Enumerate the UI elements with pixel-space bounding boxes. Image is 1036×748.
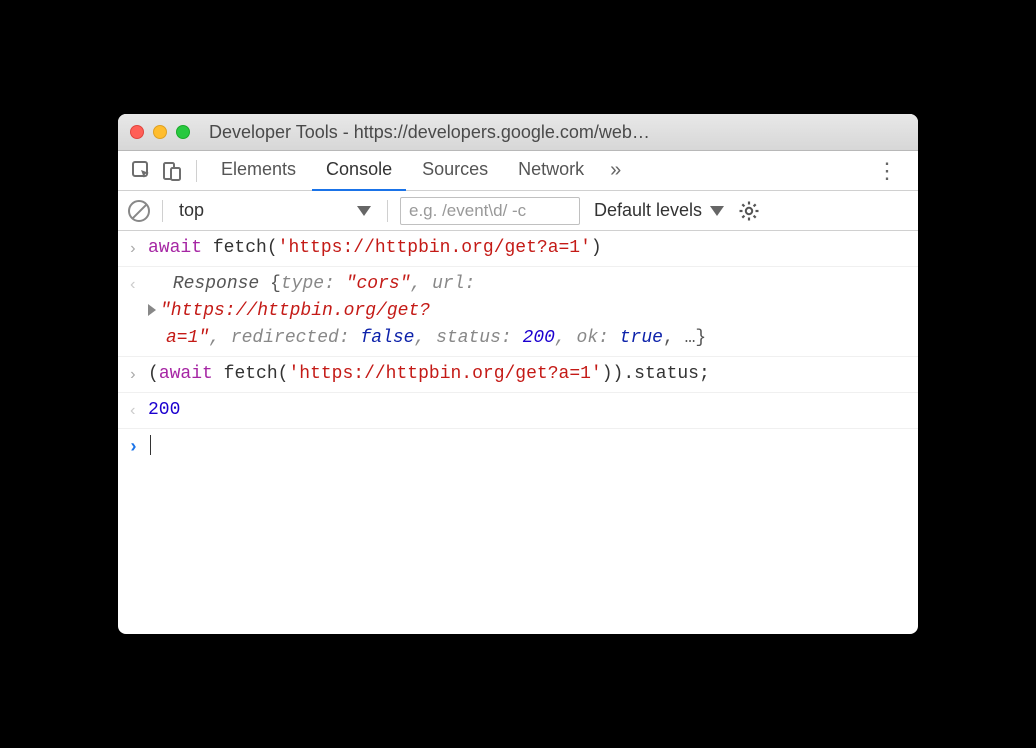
prompt-marker-icon: › xyxy=(128,433,148,462)
console-prompt-input[interactable] xyxy=(148,433,908,460)
minimize-window-button[interactable] xyxy=(153,125,167,139)
console-prompt-row[interactable]: › xyxy=(118,429,918,466)
more-tabs-button[interactable]: » xyxy=(600,159,631,182)
console-code: (await fetch('https://httpbin.org/get?a=… xyxy=(148,361,908,388)
device-toolbar-icon[interactable] xyxy=(158,157,186,185)
levels-label: Default levels xyxy=(594,200,702,221)
separator xyxy=(196,160,197,182)
tab-console[interactable]: Console xyxy=(312,151,406,191)
console-input-row: › await fetch('https://httpbin.org/get?a… xyxy=(118,231,918,267)
devtools-menu-button[interactable]: ⋮ xyxy=(868,158,908,184)
devtools-tabbar: Elements Console Sources Network » ⋮ xyxy=(118,151,918,191)
titlebar: Developer Tools - https://developers.goo… xyxy=(118,114,918,151)
console-settings-icon[interactable] xyxy=(738,200,760,222)
separator xyxy=(387,200,388,222)
console-code: await fetch('https://httpbin.org/get?a=1… xyxy=(148,235,908,262)
output-marker-icon: › xyxy=(128,271,148,297)
input-marker-icon: › xyxy=(128,361,148,387)
console-output-row: › 200 xyxy=(118,393,918,429)
chevron-down-icon xyxy=(357,206,371,216)
text-cursor xyxy=(150,435,151,455)
context-label: top xyxy=(179,200,204,221)
tab-elements[interactable]: Elements xyxy=(207,151,310,191)
clear-console-icon[interactable] xyxy=(128,200,150,222)
chevron-down-icon xyxy=(710,206,724,216)
filter-input[interactable] xyxy=(400,197,580,225)
input-marker-icon: › xyxy=(128,235,148,261)
inspect-element-icon[interactable] xyxy=(128,157,156,185)
maximize-window-button[interactable] xyxy=(176,125,190,139)
devtools-window: Developer Tools - https://developers.goo… xyxy=(118,114,918,634)
console-toolbar: top Default levels xyxy=(118,191,918,231)
console-input-row: › (await fetch('https://httpbin.org/get?… xyxy=(118,357,918,393)
log-levels-select[interactable]: Default levels xyxy=(594,200,724,221)
console-result: 200 xyxy=(148,397,908,424)
execution-context-select[interactable]: top xyxy=(175,200,375,221)
console-body[interactable]: › await fetch('https://httpbin.org/get?a… xyxy=(118,231,918,634)
console-output-row: › Response {type: "cors", url: "https://… xyxy=(118,267,918,357)
output-marker-icon: › xyxy=(128,397,148,423)
separator xyxy=(162,200,163,222)
close-window-button[interactable] xyxy=(130,125,144,139)
tab-network[interactable]: Network xyxy=(504,151,598,191)
tab-sources[interactable]: Sources xyxy=(408,151,502,191)
console-object[interactable]: Response {type: "cors", url: "https://ht… xyxy=(148,271,908,352)
window-title: Developer Tools - https://developers.goo… xyxy=(209,122,906,143)
expand-object-icon[interactable] xyxy=(148,304,156,316)
